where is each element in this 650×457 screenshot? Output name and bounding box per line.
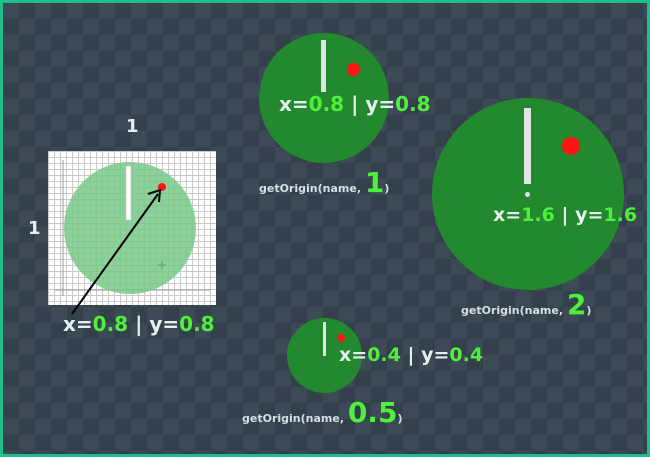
reference-needle — [125, 165, 132, 221]
x-value-scale-0-5: 0.4 — [367, 344, 401, 366]
call-suffix-scale-2: ) — [586, 304, 592, 317]
separator-scale-2: | — [561, 204, 569, 226]
y-value-scale-1: 0.8 — [395, 92, 431, 116]
call-label-scale-0-5: getOrigin(name, 0.5) — [242, 396, 402, 429]
origin-dot-scale-0-5 — [337, 334, 345, 342]
call-label-scale-2: getOrigin(name, 2) — [461, 288, 591, 321]
call-prefix-scale-2: getOrigin(name, — [461, 304, 567, 317]
x-label-scale-2: x= — [493, 204, 522, 226]
main-y-value: 0.8 — [179, 312, 215, 336]
scale-value-1: 1 — [364, 166, 385, 199]
needle-scale-0-5 — [323, 322, 326, 356]
separator-scale-0-5: | — [407, 344, 415, 366]
scale-value-0-5: 0.5 — [347, 396, 398, 429]
call-prefix-scale-0-5: getOrigin(name, — [242, 412, 348, 425]
scale-value-2: 2 — [566, 288, 587, 321]
needle-scale-1 — [321, 40, 326, 92]
main-x-label: x= — [63, 312, 93, 336]
needle-tip-scale-2 — [525, 192, 530, 197]
x-value-scale-1: 0.8 — [308, 92, 345, 116]
main-y-label: y= — [149, 312, 180, 336]
x-value-scale-2: 1.6 — [521, 204, 555, 226]
origin-dot-scale-2 — [562, 137, 580, 155]
y-value-scale-0-5: 0.4 — [449, 344, 484, 366]
y-label-scale-0-5: y= — [421, 344, 450, 366]
origin-dot-scale-1 — [347, 63, 360, 76]
y-label-scale-2: y= — [575, 204, 604, 226]
separator-scale-1: | — [351, 92, 359, 116]
coordinate-readout-scale-0-5: x=0.4 | y=0.4 — [339, 344, 483, 366]
call-suffix-scale-1: ) — [384, 182, 390, 195]
main-coordinate-readout: x=0.8 | y=0.8 — [63, 312, 215, 336]
coordinate-readout-scale-1: x=0.8 | y=0.8 — [279, 92, 431, 116]
x-label-scale-0-5: x= — [339, 344, 368, 366]
call-label-scale-1: getOrigin(name, 1) — [259, 166, 389, 199]
coordinate-readout-scale-2: x=1.6 | y=1.6 — [493, 204, 637, 226]
main-separator: | — [135, 312, 143, 336]
x-label-scale-1: x= — [279, 92, 309, 116]
y-value-scale-2: 1.6 — [603, 204, 638, 226]
call-suffix-scale-0-5: ) — [397, 412, 403, 425]
main-x-value: 0.8 — [92, 312, 129, 336]
call-prefix-scale-1: getOrigin(name, — [259, 182, 365, 195]
needle-scale-2 — [524, 108, 531, 184]
y-label-scale-1: y= — [365, 92, 396, 116]
